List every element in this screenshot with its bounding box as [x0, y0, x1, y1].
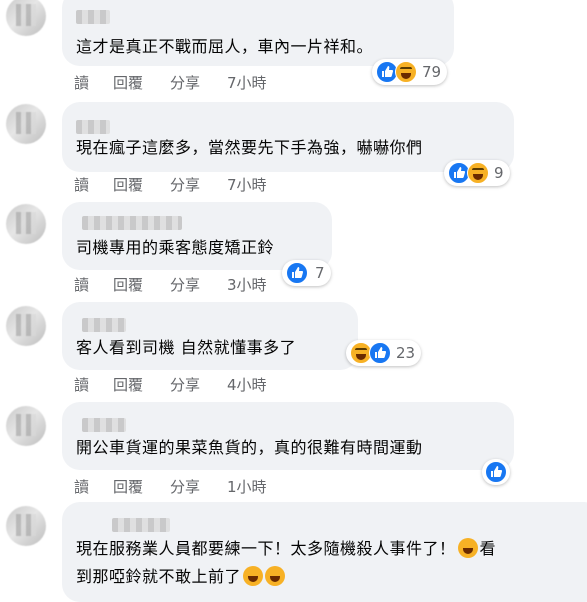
like-icon — [369, 342, 391, 364]
comment-2: 現在瘋子這麼多，當然要先下手為強，嚇嚇你們 9 讀 回覆 分享 7小時 — [0, 100, 587, 200]
commenter-name[interactable] — [82, 216, 182, 230]
reply-button[interactable]: 回覆 — [113, 476, 143, 497]
comment-text: 開公車貨運的果菜魚貨的，真的很難有時間運動 — [76, 438, 423, 457]
reaction-summary[interactable]: 7 — [282, 260, 331, 286]
comment-text: 現在瘋子這麼多，當然要先下手為強，嚇嚇你們 — [76, 138, 423, 157]
comment-text-line-2: 到那啞鈴就不敢上前了 — [76, 566, 286, 588]
comment-text: 司機專用的乘客態度矯正鈴 — [76, 238, 275, 257]
timestamp[interactable]: 3小時 — [227, 274, 267, 295]
comment-bubble — [62, 402, 514, 470]
reaction-summary[interactable]: 9 — [444, 160, 510, 186]
share-button[interactable]: 分享 — [170, 72, 200, 93]
share-button[interactable]: 分享 — [170, 476, 200, 497]
reaction-count: 23 — [396, 344, 416, 362]
like-icon — [485, 461, 507, 483]
comment-text-line-1: 現在服務業人員都要練一下！太多隨機殺人事件了！看 — [76, 538, 497, 558]
like-icon — [286, 262, 308, 284]
comment-5: 開公車貨運的果菜魚貨的，真的很難有時間運動 讀 回覆 分享 1小時 — [0, 400, 587, 500]
comment-1: 這才是真正不戰而屈人，車內一片祥和。 79 讀 回覆 分享 7小時 — [0, 0, 587, 100]
avatar[interactable] — [6, 204, 46, 244]
reaction-count: 79 — [422, 63, 442, 81]
laughing-emoji — [243, 566, 264, 586]
avatar[interactable] — [6, 406, 46, 446]
read-button[interactable]: 讀 — [74, 374, 89, 395]
timestamp[interactable]: 7小時 — [227, 174, 267, 195]
read-button[interactable]: 讀 — [74, 72, 89, 93]
haha-icon — [467, 162, 489, 184]
timestamp[interactable]: 7小時 — [227, 72, 267, 93]
share-button[interactable]: 分享 — [170, 374, 200, 395]
timestamp[interactable]: 1小時 — [227, 476, 267, 497]
read-button[interactable]: 讀 — [74, 174, 89, 195]
reaction-count: 9 — [494, 164, 504, 182]
comment-text: 客人看到司機 自然就懂事多了 — [76, 338, 297, 357]
reply-button[interactable]: 回覆 — [113, 274, 143, 295]
comment-bubble — [62, 302, 358, 370]
share-button[interactable]: 分享 — [170, 274, 200, 295]
avatar[interactable] — [6, 104, 46, 144]
laughing-emoji — [457, 538, 478, 558]
avatar[interactable] — [6, 0, 46, 36]
reply-button[interactable]: 回覆 — [113, 174, 143, 195]
read-button[interactable]: 讀 — [74, 274, 89, 295]
comment-4: 客人看到司機 自然就懂事多了 23 讀 回覆 分享 4小時 — [0, 300, 587, 400]
avatar[interactable] — [6, 506, 46, 546]
commenter-name[interactable] — [82, 418, 126, 432]
read-button[interactable]: 讀 — [74, 476, 89, 497]
reaction-summary[interactable] — [482, 459, 510, 485]
laughing-emoji — [265, 566, 286, 586]
commenter-name[interactable] — [82, 318, 126, 332]
reaction-count: 7 — [315, 264, 325, 282]
commenter-name[interactable] — [76, 10, 110, 24]
share-button[interactable]: 分享 — [170, 174, 200, 195]
avatar[interactable] — [6, 306, 46, 346]
haha-icon — [395, 61, 417, 83]
reaction-summary[interactable]: 79 — [372, 59, 448, 85]
commenter-name[interactable] — [76, 120, 110, 134]
comment-3: 司機專用的乘客態度矯正鈴 7 讀 回覆 分享 3小時 — [0, 200, 587, 300]
comment-6: 現在服務業人員都要練一下！太多隨機殺人事件了！看 到那啞鈴就不敢上前了 — [0, 500, 587, 602]
comment-text: 這才是真正不戰而屈人，車內一片祥和。 — [76, 37, 374, 56]
reply-button[interactable]: 回覆 — [113, 72, 143, 93]
reaction-summary[interactable]: 23 — [346, 340, 422, 366]
timestamp[interactable]: 4小時 — [227, 374, 267, 395]
commenter-name[interactable] — [112, 518, 170, 532]
reply-button[interactable]: 回覆 — [113, 374, 143, 395]
